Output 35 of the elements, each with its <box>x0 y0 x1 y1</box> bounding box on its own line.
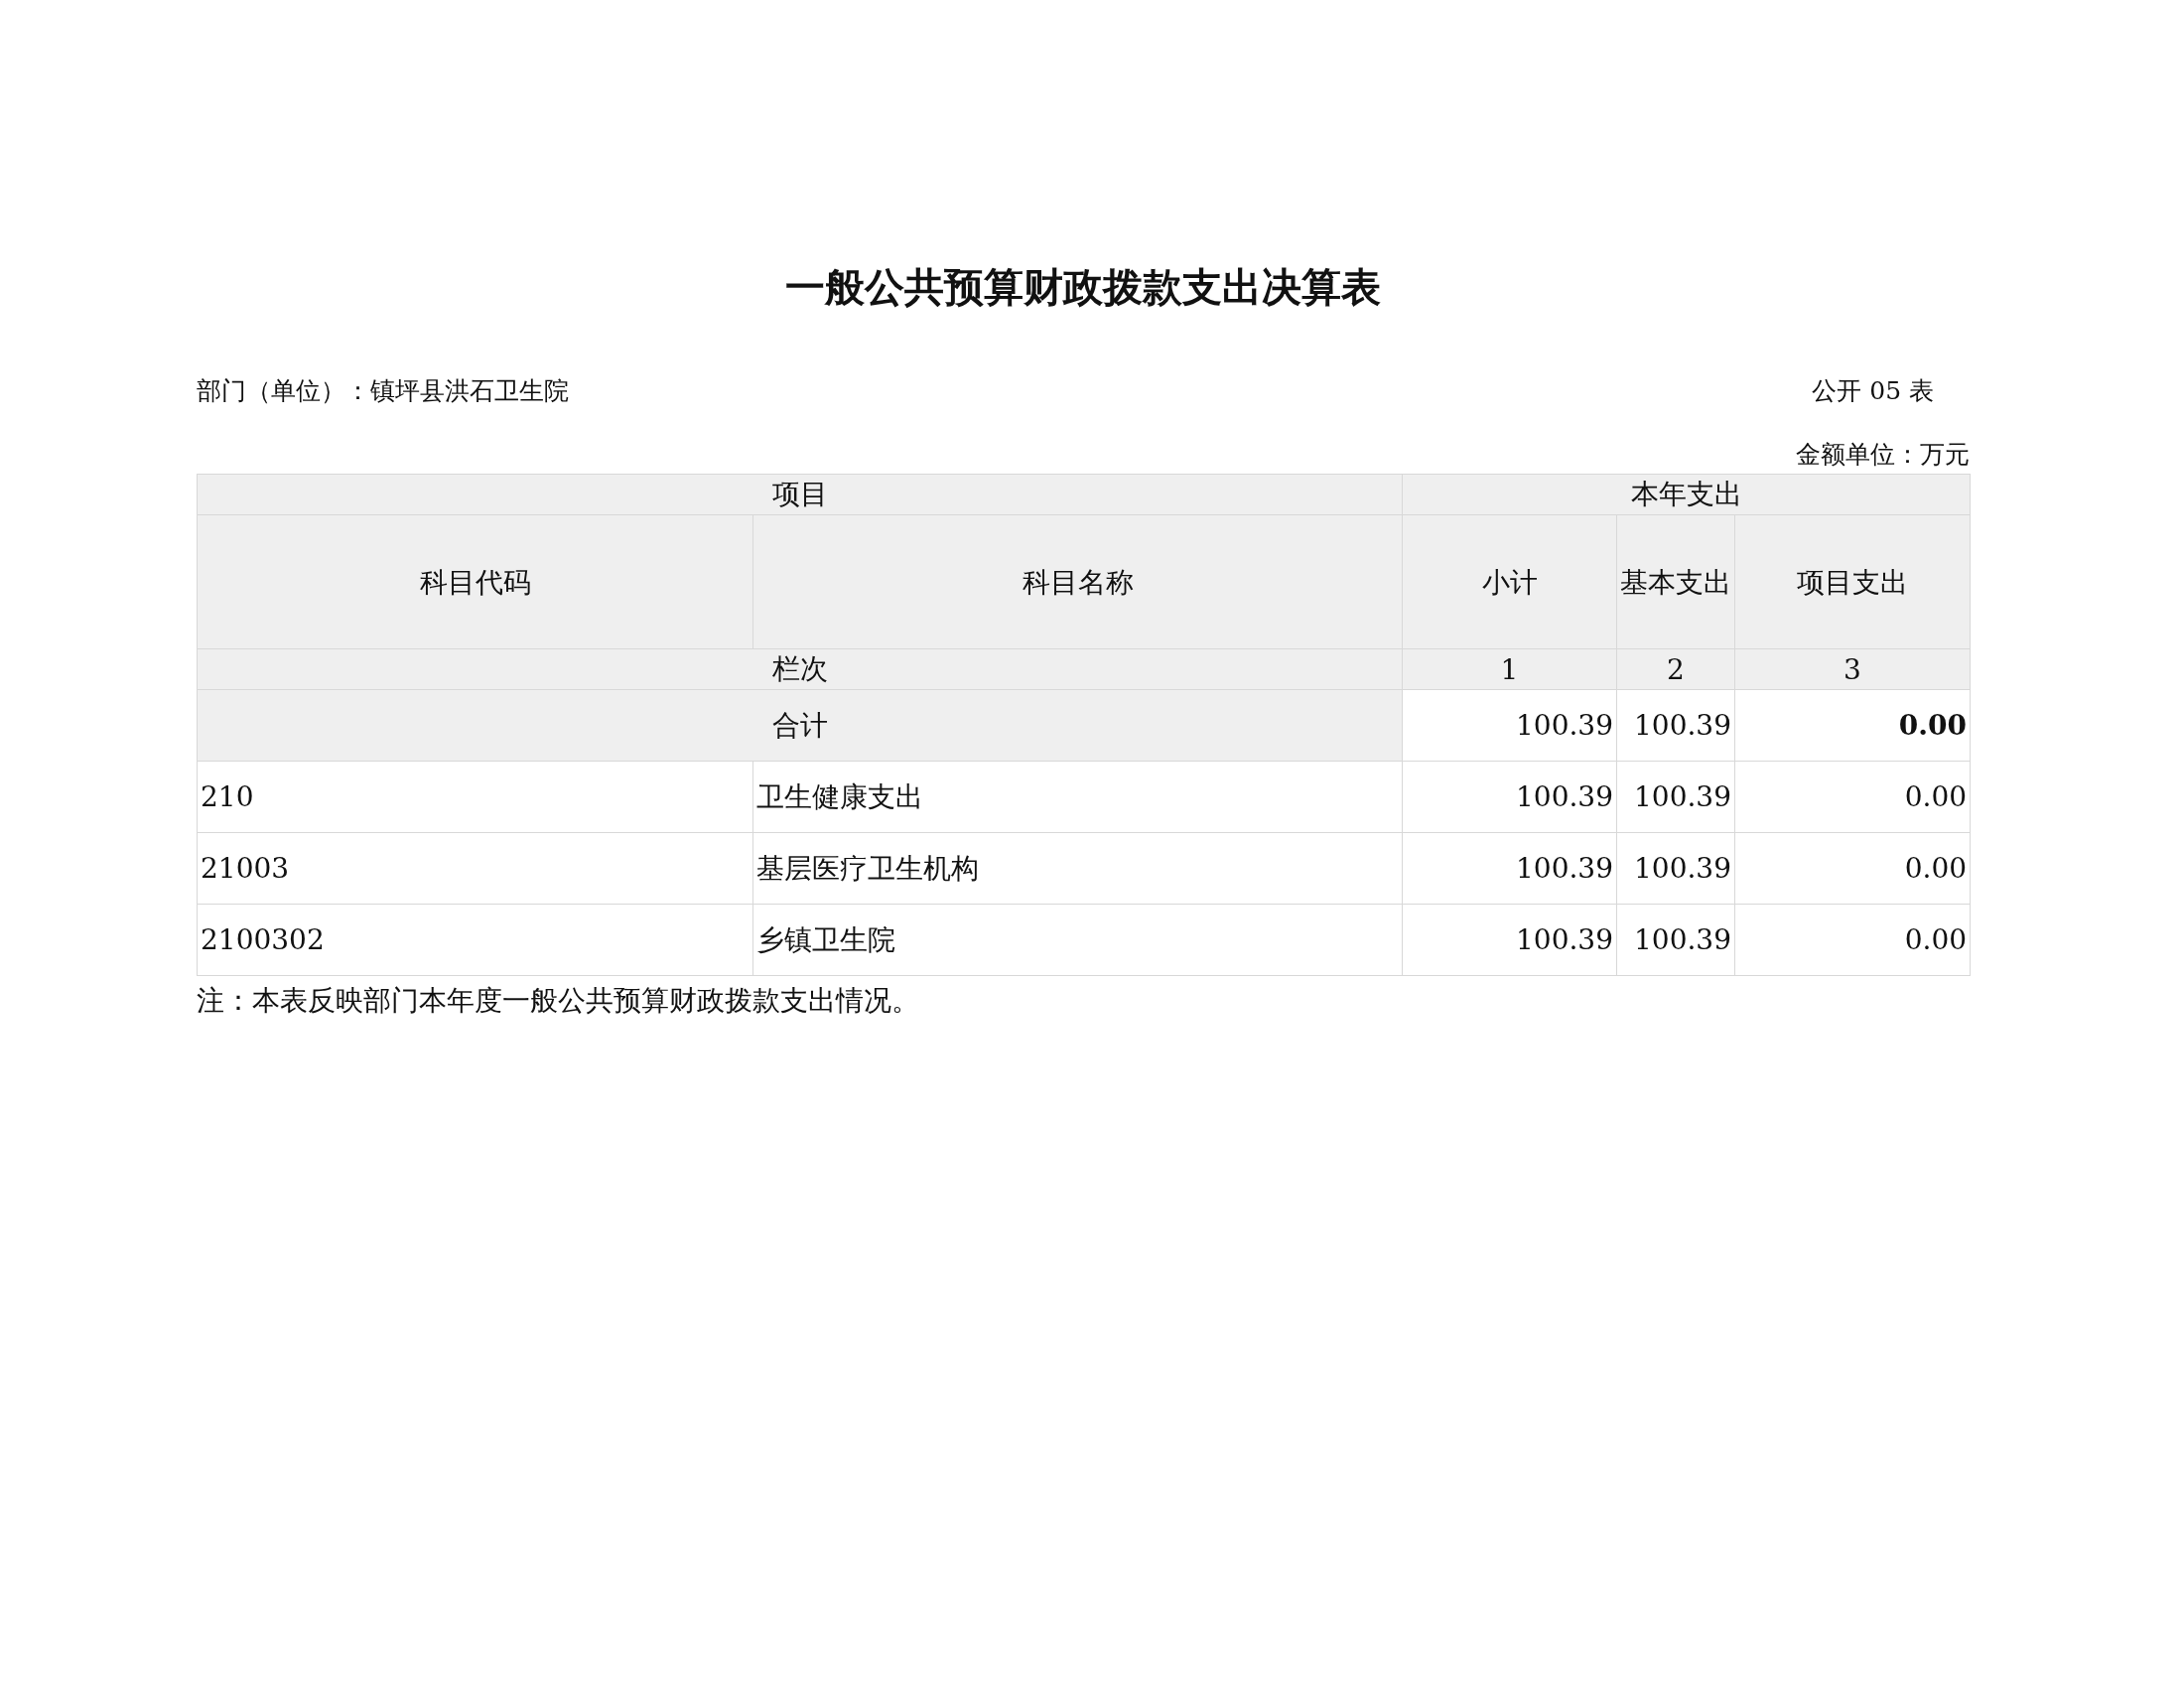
index-cell: 3 <box>1734 648 1971 690</box>
header-cell: 本年支出 <box>1402 474 1971 515</box>
total-cell: 100.39 <box>1616 689 1735 762</box>
column-header: 科目名称 <box>752 514 1403 649</box>
table-number: 公开 05 表 <box>1812 375 1934 407</box>
total-cell: 0.00 <box>1734 689 1971 762</box>
code-cell: 21003 <box>197 832 753 905</box>
column-header: 基本支出 <box>1616 514 1735 649</box>
column-header: 科目代码 <box>197 514 753 649</box>
table-note: 注：本表反映部门本年度一般公共预算财政拨款支出情况。 <box>197 983 920 1019</box>
department-label: 部门（单位）：镇坪县洪石卫生院 <box>197 375 569 407</box>
name-cell: 卫生健康支出 <box>752 761 1403 833</box>
amount-cell: 100.39 <box>1616 832 1735 905</box>
amount-cell: 100.39 <box>1616 761 1735 833</box>
code-cell: 2100302 <box>197 904 753 976</box>
header-cell: 项目 <box>197 474 1403 515</box>
amount-cell: 100.39 <box>1402 832 1617 905</box>
column-header: 项目支出 <box>1734 514 1971 649</box>
total-cell: 100.39 <box>1402 689 1617 762</box>
amount-cell: 0.00 <box>1734 761 1971 833</box>
amount-cell: 0.00 <box>1734 832 1971 905</box>
total-label: 合计 <box>197 689 1403 762</box>
amount-cell: 0.00 <box>1734 904 1971 976</box>
name-cell: 乡镇卫生院 <box>752 904 1403 976</box>
code-cell: 210 <box>197 761 753 833</box>
index-cell: 1 <box>1402 648 1617 690</box>
amount-cell: 100.39 <box>1402 761 1617 833</box>
amount-cell: 100.39 <box>1616 904 1735 976</box>
column-header: 小计 <box>1402 514 1617 649</box>
amount-cell: 100.39 <box>1402 904 1617 976</box>
report-title: 一般公共预算财政拨款支出决算表 <box>784 263 1382 312</box>
index-label: 栏次 <box>197 648 1403 690</box>
unit-label: 金额单位：万元 <box>1796 439 1970 471</box>
name-cell: 基层医疗卫生机构 <box>752 832 1403 905</box>
index-cell: 2 <box>1616 648 1735 690</box>
